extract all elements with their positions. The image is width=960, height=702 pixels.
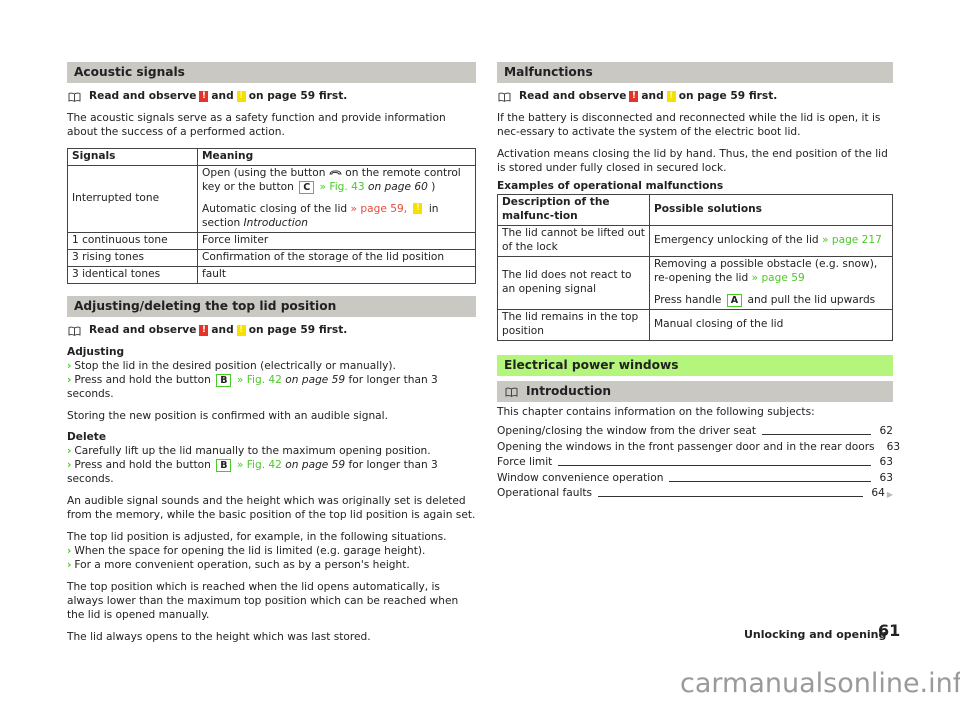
caution-icon: ! bbox=[236, 91, 246, 103]
column-header-signals: Signals bbox=[67, 147, 198, 166]
list-item: › Press and hold the button B » Fig. 42 o… bbox=[67, 373, 438, 400]
bullet-arrow-icon: › bbox=[67, 559, 72, 572]
toc-entry[interactable]: Opening/closing the window from the driv… bbox=[497, 424, 893, 440]
handle-a-key: A bbox=[726, 293, 743, 307]
section-heading-malfunctions: Malfunctions bbox=[497, 62, 893, 83]
toc-entry[interactable]: Opening the windows in the front passeng… bbox=[497, 439, 900, 455]
page-link[interactable]: » page 217 bbox=[822, 234, 882, 246]
table-row: 1 continuous tone Force limiter bbox=[67, 231, 476, 250]
footer-chapter-title: Unlocking and opening bbox=[744, 628, 887, 641]
table-row: 3 rising tones Confirmation of the stora… bbox=[67, 248, 476, 267]
subheading-examples: Examples of operational malfunctions bbox=[497, 179, 724, 192]
section-heading-acoustic-signals: Acoustic signals bbox=[67, 62, 476, 83]
bullet-arrow-icon: › bbox=[67, 459, 72, 472]
column-header-description: Description of the malfunc-tion bbox=[497, 193, 650, 226]
page-number: 61 bbox=[878, 621, 901, 640]
list-item: › Carefully lift up the lid manually to t… bbox=[67, 445, 431, 458]
table-row: The lid cannot be lifted out of the lock… bbox=[497, 224, 893, 257]
left-column: Acoustic signals Read and observe ! and … bbox=[67, 62, 476, 645]
book-icon bbox=[505, 387, 518, 397]
warning-icon: ! bbox=[629, 91, 639, 103]
subheading-adjusting: Adjusting bbox=[67, 345, 125, 358]
table-row: 3 identical tones fault bbox=[67, 265, 476, 284]
read-observe-note: Read and observe ! and ! on page 59 firs… bbox=[67, 90, 476, 104]
bullet-arrow-icon: › bbox=[67, 545, 72, 558]
fig-link[interactable]: » Fig. 43 bbox=[320, 181, 365, 193]
meaning-cell: Open (using the button on the remote con… bbox=[197, 164, 476, 233]
column-header-meaning: Meaning bbox=[197, 147, 476, 166]
bullet-arrow-icon: › bbox=[67, 359, 72, 372]
page-link[interactable]: » page 59, bbox=[351, 203, 408, 215]
book-icon bbox=[68, 326, 81, 336]
table-row: The lid remains in the top position Manu… bbox=[497, 308, 893, 341]
book-icon bbox=[68, 92, 81, 103]
bullet-arrow-icon: › bbox=[67, 445, 72, 458]
subheading-delete: Delete bbox=[67, 431, 107, 444]
table-of-contents: Opening/closing the window from the driv… bbox=[497, 424, 900, 502]
button-c-key: C bbox=[299, 180, 315, 194]
continue-arrow-icon: ▶ bbox=[886, 490, 893, 500]
caution-icon: ! bbox=[236, 325, 246, 337]
read-observe-note: Read and observe ! and ! on page 59 firs… bbox=[497, 90, 893, 104]
acoustic-intro: The acoustic signals serve as a safety f… bbox=[67, 111, 446, 138]
fig-link[interactable]: » Fig. 42 bbox=[237, 459, 282, 471]
button-b-key: B bbox=[216, 373, 232, 387]
column-header-solutions: Possible solutions bbox=[649, 193, 893, 226]
table-header-row: Signals Meaning bbox=[67, 147, 476, 166]
caution-icon: ! bbox=[413, 203, 423, 215]
signals-table: Signals Meaning Interrupted tone Open (u… bbox=[67, 147, 476, 284]
table-row: Interrupted tone Open (using the button … bbox=[67, 164, 476, 233]
toc-entry[interactable]: Operational faults 64 ▶ bbox=[497, 486, 893, 502]
watermark: carmanualsonline.info bbox=[680, 668, 960, 699]
list-item: › Press and hold the button B » Fig. 42 o… bbox=[67, 459, 438, 486]
fig-link[interactable]: » Fig. 42 bbox=[237, 374, 282, 386]
list-item: › For a more convenient operation, such a… bbox=[67, 559, 410, 572]
right-column: Malfunctions Read and observe ! and ! on… bbox=[497, 62, 900, 502]
section-heading-introduction: Introduction bbox=[497, 380, 893, 402]
table-row: The lid does not react to an opening sig… bbox=[497, 255, 893, 310]
warning-icon: ! bbox=[199, 325, 209, 337]
caution-icon: ! bbox=[666, 91, 676, 103]
table-header-row: Description of the malfunc-tion Possible… bbox=[497, 193, 893, 226]
malfunctions-table: Description of the malfunc-tion Possible… bbox=[497, 193, 893, 341]
book-icon bbox=[498, 92, 511, 103]
toc-entry[interactable]: Window convenience operation 63 bbox=[497, 470, 893, 486]
section-heading-adjusting: Adjusting/deleting the top lid position bbox=[67, 295, 476, 317]
toc-entry[interactable]: Force limit 63 bbox=[497, 455, 893, 471]
warning-icon: ! bbox=[199, 91, 209, 103]
bullet-arrow-icon: › bbox=[67, 373, 72, 386]
chapter-heading-electrical-power-windows: Electrical power windows bbox=[497, 354, 893, 376]
list-item: › Stop the lid in the desired position (e… bbox=[67, 359, 396, 372]
car-key-icon bbox=[329, 167, 342, 179]
button-b-key: B bbox=[216, 459, 232, 473]
read-observe-note: Read and observe ! and ! on page 59 firs… bbox=[67, 324, 476, 338]
signal-cell: Interrupted tone bbox=[67, 164, 198, 233]
page-link[interactable]: » page 59 bbox=[752, 272, 805, 284]
list-item: › When the space for opening the lid is l… bbox=[67, 545, 426, 558]
